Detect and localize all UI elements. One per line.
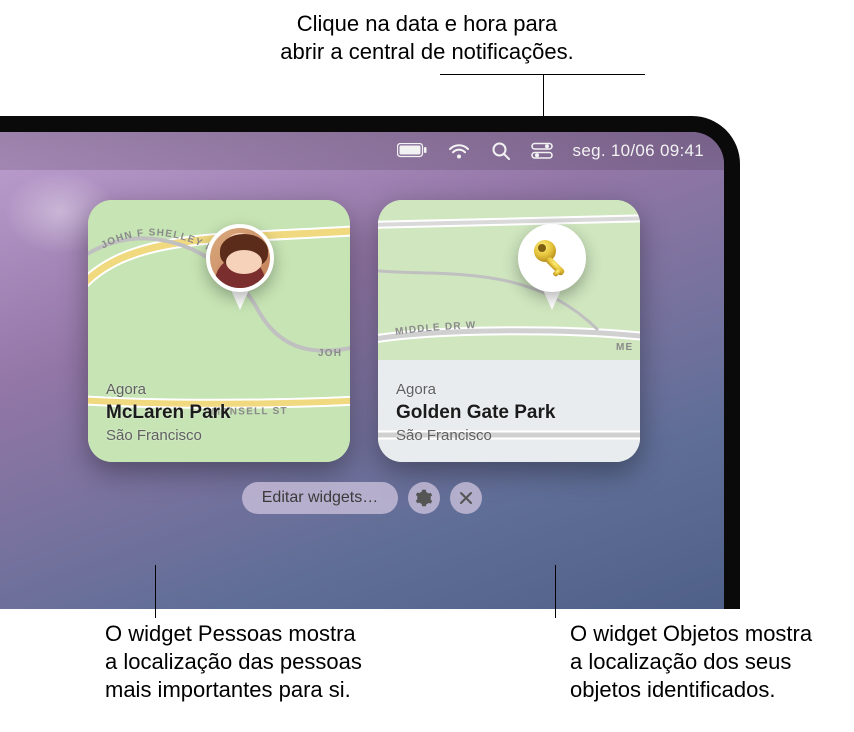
- gear-icon: [415, 489, 433, 507]
- widgets-row: JOHN F SHELLEY DR JOH MANSELL ST Agora M…: [88, 200, 694, 462]
- widget-toolbar: Editar widgets…: [0, 482, 724, 514]
- callout-text: O widget Objetos mostra: [570, 621, 812, 646]
- callout-text: a localização dos seus: [570, 649, 791, 674]
- key-icon: [528, 234, 576, 282]
- callout-datetime: Clique na data e hora para abrir a centr…: [0, 10, 854, 66]
- device-frame: seg. 10/06 09:41 JOHN F SHELLEY DR JOH: [0, 116, 740, 609]
- person-pin[interactable]: [206, 224, 274, 292]
- pin-tail: [543, 290, 561, 310]
- widget-items[interactable]: MIDDLE DR W ME: [378, 200, 640, 462]
- callout-leader-line: [555, 565, 556, 618]
- search-icon[interactable]: [491, 141, 511, 161]
- callout-text: Clique na data e hora para: [297, 11, 558, 36]
- avatar-icon: [210, 228, 270, 288]
- widget-people[interactable]: JOHN F SHELLEY DR JOH MANSELL ST Agora M…: [88, 200, 350, 462]
- widget-location-title: McLaren Park: [106, 402, 231, 424]
- callout-people-widget: O widget Pessoas mostra a localização da…: [105, 620, 362, 704]
- menu-bar-datetime[interactable]: seg. 10/06 09:41: [573, 141, 704, 161]
- widget-location-title: Golden Gate Park: [396, 402, 555, 424]
- callout-leader-line: [155, 565, 156, 618]
- road-label: JOH: [318, 348, 342, 359]
- widget-text-block: Agora Golden Gate Park São Francisco: [396, 381, 555, 444]
- callout-text: mais importantes para si.: [105, 677, 351, 702]
- widget-close-button[interactable]: [450, 482, 482, 514]
- widget-settings-button[interactable]: [408, 482, 440, 514]
- callout-text: abrir a central de notificações.: [280, 39, 574, 64]
- callout-text: a localização das pessoas: [105, 649, 362, 674]
- widget-timestamp: Agora: [106, 381, 231, 398]
- battery-icon[interactable]: [397, 143, 427, 159]
- widget-text-block: Agora McLaren Park São Francisco: [106, 381, 231, 444]
- menu-bar: seg. 10/06 09:41: [0, 132, 724, 170]
- wifi-icon[interactable]: [447, 142, 471, 160]
- callout-text: objetos identificados.: [570, 677, 775, 702]
- edit-widgets-button[interactable]: Editar widgets…: [242, 482, 399, 514]
- callout-text: O widget Pessoas mostra: [105, 621, 356, 646]
- pin-tail: [231, 290, 249, 310]
- widget-location-city: São Francisco: [396, 427, 555, 444]
- item-pin[interactable]: [518, 224, 586, 292]
- close-icon: [459, 491, 473, 505]
- control-center-icon[interactable]: [531, 142, 553, 160]
- widget-location-city: São Francisco: [106, 427, 231, 444]
- callout-items-widget: O widget Objetos mostra a localização do…: [570, 620, 812, 704]
- road-label: ME: [616, 342, 633, 353]
- widget-timestamp: Agora: [396, 381, 555, 398]
